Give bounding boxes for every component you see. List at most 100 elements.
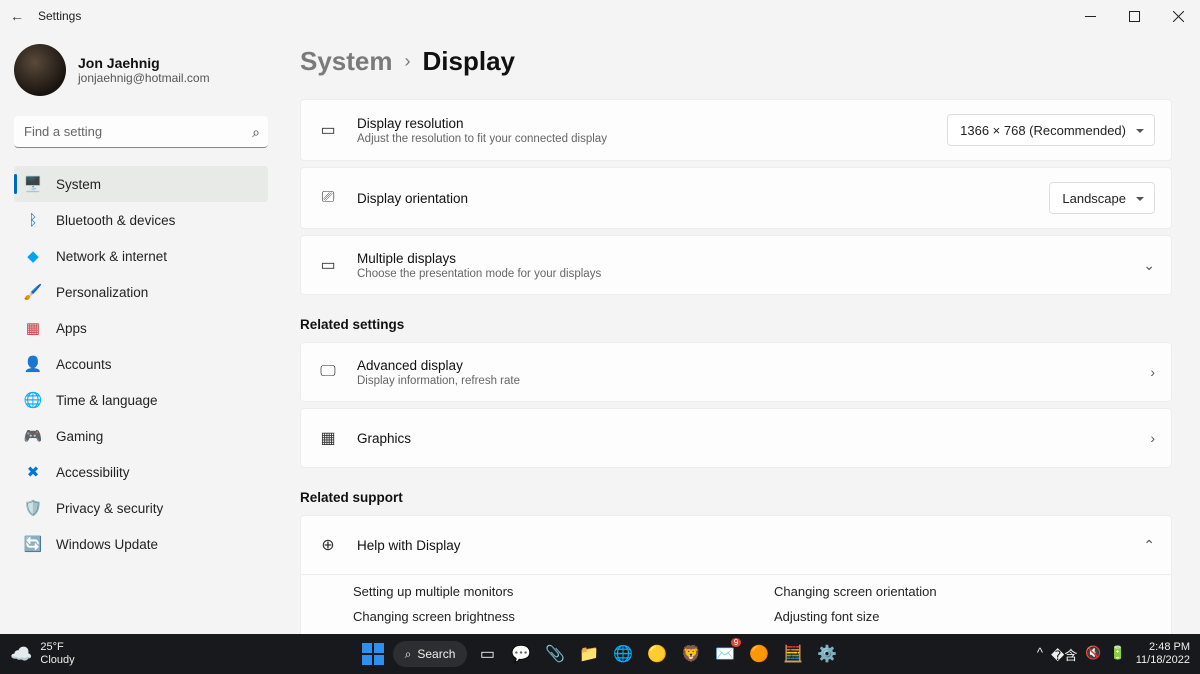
- help-icon: ⊕: [317, 534, 339, 556]
- volume-icon[interactable]: 🔇: [1085, 645, 1101, 664]
- nav-label: Privacy & security: [56, 501, 163, 516]
- nav-label: Windows Update: [56, 537, 158, 552]
- nav-icon: 🎮: [24, 427, 42, 445]
- nav-item-personalization[interactable]: 🖌️ Personalization: [14, 274, 268, 310]
- avatar: [14, 44, 66, 96]
- weather-cond: Cloudy: [40, 654, 74, 667]
- nav-label: System: [56, 177, 101, 192]
- nav-item-privacy-security[interactable]: 🛡️ Privacy & security: [14, 490, 268, 526]
- nav-icon: 🔄: [24, 535, 42, 553]
- edge-icon[interactable]: 🌐: [609, 640, 637, 668]
- setting-title: Advanced display: [357, 358, 1132, 373]
- nav-item-network-internet[interactable]: ◆ Network & internet: [14, 238, 268, 274]
- teams-icon[interactable]: 💬: [507, 640, 535, 668]
- minimize-button[interactable]: [1068, 0, 1112, 32]
- settings-icon[interactable]: ⚙️: [813, 640, 841, 668]
- nav-label: Gaming: [56, 429, 103, 444]
- setting-title: Help with Display: [357, 538, 1125, 553]
- help-link[interactable]: Setting up multiple monitors: [353, 579, 734, 604]
- graphics-icon: ▦: [317, 427, 339, 449]
- nav-item-time-language[interactable]: 🌐 Time & language: [14, 382, 268, 418]
- nav-item-apps[interactable]: ▦ Apps: [14, 310, 268, 346]
- chevron-right-icon: ›: [1150, 364, 1155, 380]
- weather-temp: 25°F: [40, 641, 74, 654]
- setting-display-resolution[interactable]: ▭ Display resolution Adjust the resoluti…: [300, 99, 1172, 161]
- orientation-dropdown[interactable]: Landscape: [1049, 182, 1155, 214]
- search-wrap: ⌕: [14, 116, 268, 148]
- nav-icon: ✖: [24, 463, 42, 481]
- system-tray[interactable]: ^ �含 🔇 🔋: [1037, 645, 1126, 664]
- close-button[interactable]: [1156, 0, 1200, 32]
- setting-subtitle: Choose the presentation mode for your di…: [357, 268, 1125, 280]
- file-explorer-icon[interactable]: 📁: [575, 640, 603, 668]
- nav-item-system[interactable]: 🖥️System: [14, 166, 268, 202]
- search-icon: ⌕: [252, 124, 260, 141]
- chevron-down-icon: ⌄: [1143, 257, 1155, 274]
- setting-display-orientation[interactable]: ⎚ Display orientation Landscape: [300, 167, 1172, 229]
- section-related-support: Related support: [300, 490, 1172, 505]
- app-icon[interactable]: 🟠: [745, 640, 773, 668]
- orientation-icon: ⎚: [317, 187, 339, 209]
- setting-subtitle: Adjust the resolution to fit your connec…: [357, 133, 929, 145]
- nav-item-accessibility[interactable]: ✖Accessibility: [14, 454, 268, 490]
- clock-time: 2:48 PM: [1136, 641, 1190, 654]
- nav-item-gaming[interactable]: 🎮 Gaming: [14, 418, 268, 454]
- taskbar: ☁️ 25°F Cloudy ⌕Search ▭ 💬 📎 📁 🌐 🟡 🦁 ✉️ …: [0, 634, 1200, 674]
- help-link[interactable]: Changing screen orientation: [774, 579, 1155, 604]
- breadcrumb-parent[interactable]: System: [300, 46, 393, 77]
- multiple-displays-icon: ▭: [317, 254, 339, 276]
- office-icon[interactable]: 📎: [541, 640, 569, 668]
- weather-icon: ☁️: [10, 644, 32, 665]
- setting-title: Multiple displays: [357, 251, 1125, 266]
- wifi-icon[interactable]: �含: [1051, 645, 1077, 664]
- titlebar: ← Settings: [0, 0, 1200, 32]
- help-link[interactable]: Changing screen brightness: [353, 604, 734, 629]
- setting-title: Display resolution: [357, 116, 929, 131]
- nav-item-windows-update[interactable]: 🔄 Windows Update: [14, 526, 268, 562]
- profile-email: jonjaehnig@hotmail.com: [78, 71, 210, 85]
- taskbar-search[interactable]: ⌕Search: [393, 641, 468, 667]
- back-button[interactable]: ←: [10, 8, 24, 24]
- clock-date: 11/18/2022: [1136, 654, 1190, 667]
- nav-list: 🖥️SystemᛒBluetooth & devices ◆ Network & i…: [14, 166, 268, 562]
- setting-graphics[interactable]: ▦ Graphics ›: [300, 408, 1172, 468]
- start-button[interactable]: [359, 640, 387, 668]
- taskbar-clock[interactable]: 2:48 PM 11/18/2022: [1136, 641, 1190, 667]
- setting-multiple-displays[interactable]: ▭ Multiple displays Choose the presentat…: [300, 235, 1172, 295]
- search-icon: ⌕: [405, 647, 412, 662]
- nav-label: Accounts: [56, 357, 112, 372]
- brave-icon[interactable]: 🦁: [677, 640, 705, 668]
- nav-item-accounts[interactable]: 👤 Accounts: [14, 346, 268, 382]
- nav-icon: ▦: [24, 319, 42, 337]
- nav-item-bluetooth-devices[interactable]: ᛒBluetooth & devices: [14, 202, 268, 238]
- breadcrumb-current: Display: [423, 46, 516, 77]
- nav-label: Personalization: [56, 285, 148, 300]
- profile-block[interactable]: Jon Jaehnig jonjaehnig@hotmail.com: [14, 44, 268, 96]
- task-view-icon[interactable]: ▭: [473, 640, 501, 668]
- nav-icon: 🖌️: [24, 283, 42, 301]
- nav-icon: ◆: [24, 247, 42, 265]
- help-with-display[interactable]: ⊕ Help with Display ⌃: [300, 515, 1172, 575]
- taskbar-weather[interactable]: ☁️ 25°F Cloudy: [0, 641, 300, 667]
- resolution-dropdown[interactable]: 1366 × 768 (Recommended): [947, 114, 1155, 146]
- mail-icon[interactable]: ✉️: [711, 640, 739, 668]
- nav-label: Network & internet: [56, 249, 167, 264]
- setting-advanced-display[interactable]: 🖵 Advanced display Display information, …: [300, 342, 1172, 402]
- nav-label: Time & language: [56, 393, 158, 408]
- nav-label: Apps: [56, 321, 87, 336]
- battery-icon[interactable]: 🔋: [1110, 645, 1126, 664]
- help-link[interactable]: Adjusting font size: [774, 604, 1155, 629]
- resolution-icon: ▭: [317, 119, 339, 141]
- maximize-button[interactable]: [1112, 0, 1156, 32]
- nav-icon: 🌐: [24, 391, 42, 409]
- search-input[interactable]: [14, 116, 268, 148]
- nav-icon: 🛡️: [24, 499, 42, 517]
- nav-icon: ᛒ: [24, 211, 42, 229]
- setting-title: Display orientation: [357, 191, 1031, 206]
- tray-chevron-icon[interactable]: ^: [1037, 645, 1043, 664]
- nav-icon: 👤: [24, 355, 42, 373]
- monitor-icon: 🖵: [317, 361, 339, 383]
- window-controls: [1068, 0, 1200, 32]
- calculator-icon[interactable]: 🧮: [779, 640, 807, 668]
- chrome-icon[interactable]: 🟡: [643, 640, 671, 668]
